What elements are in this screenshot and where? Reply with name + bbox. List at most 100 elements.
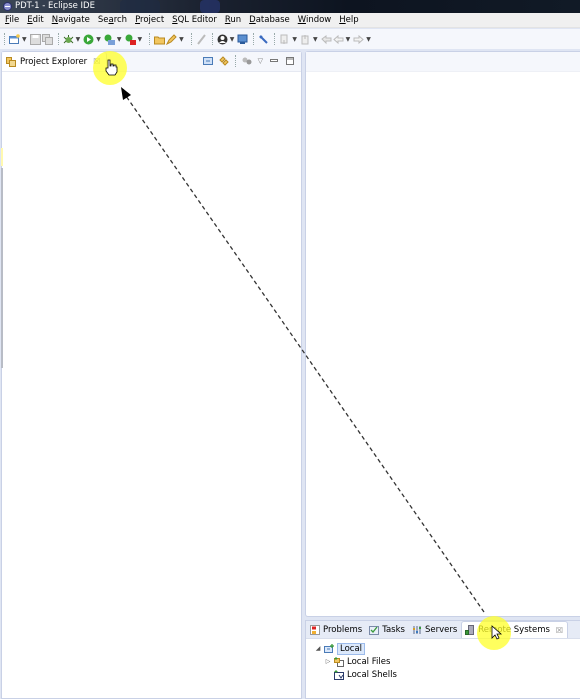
collapsed-twisty-icon[interactable]: ▷: [324, 658, 332, 665]
expanded-twisty-icon[interactable]: ◢: [314, 645, 322, 652]
forward-button[interactable]: [353, 32, 365, 46]
coverage-dropdown-icon[interactable]: ▼: [117, 36, 122, 43]
pencil-icon: [166, 33, 177, 45]
editor-tabrow: [306, 52, 580, 72]
back-arrow-icon: [332, 34, 344, 44]
tree-item-label: Local Shells: [347, 669, 397, 680]
maximize-icon[interactable]: [285, 56, 295, 66]
save-icon: [29, 33, 41, 45]
tab-tasks[interactable]: Tasks: [366, 621, 409, 638]
coverage-icon: [104, 34, 115, 45]
bottom-panel-tabrow: Problems Tasks Servers Remote Systems ☒: [306, 621, 580, 639]
coverage-button[interactable]: [104, 32, 115, 46]
back-button[interactable]: [332, 32, 344, 46]
tab-problems-label: Problems: [323, 624, 363, 635]
prev-annotation-icon: [301, 34, 309, 44]
view-menu-icon[interactable]: ▽: [258, 57, 263, 65]
prev-annotation-button[interactable]: [300, 32, 311, 46]
next-annotation-button[interactable]: [279, 32, 290, 46]
menu-edit[interactable]: Edit: [27, 15, 43, 25]
menu-database[interactable]: Database: [249, 15, 290, 25]
debug-dropdown-icon[interactable]: ▼: [76, 36, 81, 43]
external-tools-dropdown-icon[interactable]: ▼: [138, 36, 143, 43]
new-dropdown-icon[interactable]: ▼: [22, 36, 27, 43]
perspective-button[interactable]: [217, 32, 228, 46]
link-with-editor-icon[interactable]: [218, 56, 229, 66]
remote-systems-tree: ◢ Local ▷ Local Files Local Shells: [306, 639, 580, 681]
local-shells-icon: [334, 669, 344, 680]
perspective-icon: [217, 34, 228, 44]
toolbar-separator: [4, 33, 5, 45]
local-files-icon: [334, 656, 344, 667]
toggle-button[interactable]: [258, 32, 269, 46]
open-type-button[interactable]: [154, 32, 166, 46]
collapse-all-icon[interactable]: [202, 56, 213, 66]
toolbar-separator: [211, 33, 213, 45]
tree-item-local-shells[interactable]: Local Shells: [314, 668, 580, 681]
window-titlebar: PDT-1 - Eclipse IDE: [0, 0, 580, 13]
external-tools-button[interactable]: [125, 32, 136, 46]
toggle-icon: [259, 34, 269, 44]
editor-area: [305, 51, 580, 617]
back-dropdown-icon[interactable]: ▼: [346, 36, 351, 43]
annotation-button[interactable]: [196, 32, 207, 46]
toolbar-separator: [190, 33, 192, 45]
tree-item-label: Local: [337, 642, 366, 655]
search-dropdown-icon[interactable]: ▼: [179, 36, 184, 43]
menu-sql-editor[interactable]: SQL Editor: [172, 15, 217, 25]
workbench: Project Explorer ☒ ▽ Problems Tasks Serv…: [0, 49, 580, 699]
toolbar-separator: [57, 33, 59, 45]
save-all-icon: [41, 33, 53, 45]
external-tools-icon: [125, 34, 136, 45]
close-icon[interactable]: ☒: [93, 57, 100, 66]
last-edit-button[interactable]: [320, 32, 332, 46]
tab-project-explorer-label: Project Explorer: [20, 56, 88, 67]
window-title: PDT-1 - Eclipse IDE: [15, 1, 95, 11]
prev-annotation-dropdown-icon[interactable]: ▼: [313, 36, 318, 43]
view-toolbar-separator: [234, 55, 236, 67]
next-annotation-dropdown-icon[interactable]: ▼: [292, 36, 297, 43]
save-button[interactable]: [29, 32, 41, 46]
tree-item-local-files[interactable]: ▷ Local Files: [314, 655, 580, 668]
menu-project[interactable]: Project: [135, 15, 164, 25]
tree-item-local[interactable]: ◢ Local: [314, 642, 580, 655]
menu-search[interactable]: Search: [98, 15, 127, 25]
remote-systems-icon: [465, 625, 475, 635]
display-button[interactable]: [237, 32, 248, 46]
toolbar-separator: [274, 33, 276, 45]
close-icon[interactable]: ☒: [556, 626, 563, 635]
debug-button[interactable]: [63, 32, 74, 46]
eclipse-logo-icon: [3, 2, 12, 11]
edge-scroll-indicator: [1, 168, 3, 368]
tab-remote-systems[interactable]: Remote Systems ☒: [461, 621, 569, 638]
menu-navigate[interactable]: Navigate: [52, 15, 90, 25]
menu-help[interactable]: Help: [339, 15, 358, 25]
menu-file[interactable]: File: [5, 15, 19, 25]
menu-window[interactable]: Window: [298, 15, 332, 25]
new-icon: [9, 33, 20, 44]
run-button[interactable]: [83, 32, 94, 46]
run-dropdown-icon[interactable]: ▼: [96, 36, 101, 43]
tab-problems[interactable]: Problems: [307, 621, 366, 638]
last-edit-icon: [320, 34, 332, 44]
tab-project-explorer[interactable]: Project Explorer ☒: [2, 52, 108, 71]
minimize-icon[interactable]: [269, 56, 279, 66]
menu-run[interactable]: Run: [225, 15, 241, 25]
main-toolbar: ▼ ▼ ▼ ▼ ▼ ▼ ▼ ▼ ▼ ▼ ▼: [0, 29, 580, 49]
run-icon: [83, 34, 94, 44]
forward-arrow-icon: [353, 34, 365, 44]
toolbar-separator: [149, 33, 151, 45]
menubar: File Edit Navigate Search Project SQL Ed…: [0, 13, 580, 28]
project-explorer-view: Project Explorer ☒ ▽: [1, 51, 302, 699]
tree-item-label: Local Files: [347, 656, 391, 667]
focus-icon[interactable]: [242, 56, 252, 66]
forward-dropdown-icon[interactable]: ▼: [366, 36, 371, 43]
tab-servers[interactable]: Servers: [409, 621, 461, 638]
view-toolbar: ▽: [202, 55, 295, 67]
new-button[interactable]: [9, 32, 20, 46]
perspective-dropdown-icon[interactable]: ▼: [230, 36, 235, 43]
project-explorer-icon: [6, 56, 16, 67]
toolbar-separator: [253, 33, 255, 45]
save-all-button[interactable]: [41, 32, 53, 46]
search-tool-button[interactable]: [166, 32, 177, 46]
